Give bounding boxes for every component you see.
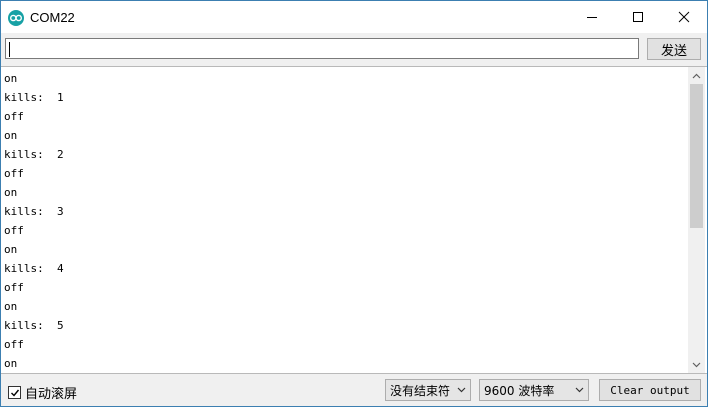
chevron-down-icon — [457, 387, 466, 393]
output-line: off — [4, 281, 24, 294]
line-ending-value: 没有结束符 — [390, 383, 451, 398]
baud-rate-value: 9600 波特率 — [484, 383, 555, 398]
clear-output-button[interactable]: Clear output — [599, 379, 701, 401]
output-line: kills: 2 — [4, 148, 64, 161]
output-line: off — [4, 338, 24, 351]
chevron-up-icon — [692, 73, 701, 78]
send-row: 发送 — [1, 33, 707, 65]
scroll-up-button[interactable] — [688, 67, 705, 84]
send-button[interactable]: 发送 — [647, 38, 701, 60]
output-lines: on kills: 1 off on kills: 2 off on kills: 3 off o… — [4, 69, 64, 373]
checkmark-icon — [10, 389, 19, 397]
autoscroll-checkbox[interactable] — [8, 386, 21, 399]
title-bar[interactable]: COM22 — [1, 1, 707, 33]
output-line: on — [4, 357, 18, 370]
maximize-button[interactable] — [615, 1, 661, 33]
serial-output[interactable]: on kills: 1 off on kills: 2 off on kills: 3 off o… — [1, 66, 707, 374]
vertical-scrollbar[interactable] — [688, 67, 705, 373]
bottom-bar: 自动滚屏 没有结束符 9600 波特率 Clear output — [1, 374, 707, 406]
output-line: on — [4, 129, 18, 142]
output-line: kills: 3 — [4, 205, 64, 218]
output-line: on — [4, 186, 18, 199]
autoscroll-toggle[interactable]: 自动滚屏 — [8, 383, 77, 402]
close-icon — [678, 11, 690, 23]
output-line: on — [4, 72, 18, 85]
output-line: off — [4, 110, 24, 123]
serial-monitor-window: COM22 发送 on kills: 1 off on kills: 2 off on kil… — [0, 0, 708, 407]
close-button[interactable] — [661, 1, 707, 33]
output-line: kills: 5 — [4, 319, 64, 332]
autoscroll-label: 自动滚屏 — [25, 387, 78, 402]
arduino-infinity-icon — [8, 10, 24, 26]
baud-rate-select[interactable]: 9600 波特率 — [479, 379, 589, 401]
chevron-down-icon — [692, 362, 701, 367]
scroll-down-button[interactable] — [688, 356, 705, 373]
maximize-icon — [633, 12, 643, 22]
output-line: on — [4, 300, 18, 313]
output-line: off — [4, 167, 24, 180]
text-caret — [9, 42, 10, 57]
line-ending-select[interactable]: 没有结束符 — [385, 379, 471, 401]
minimize-button[interactable] — [569, 1, 615, 33]
output-line: on — [4, 243, 18, 256]
output-line: kills: 4 — [4, 262, 64, 275]
chevron-down-icon — [575, 387, 584, 393]
output-line: kills: 1 — [4, 91, 64, 104]
scroll-thumb[interactable] — [690, 84, 703, 228]
output-line: off — [4, 224, 24, 237]
send-input[interactable] — [5, 38, 639, 59]
window-title: COM22 — [30, 10, 75, 25]
minimize-icon — [587, 17, 597, 18]
